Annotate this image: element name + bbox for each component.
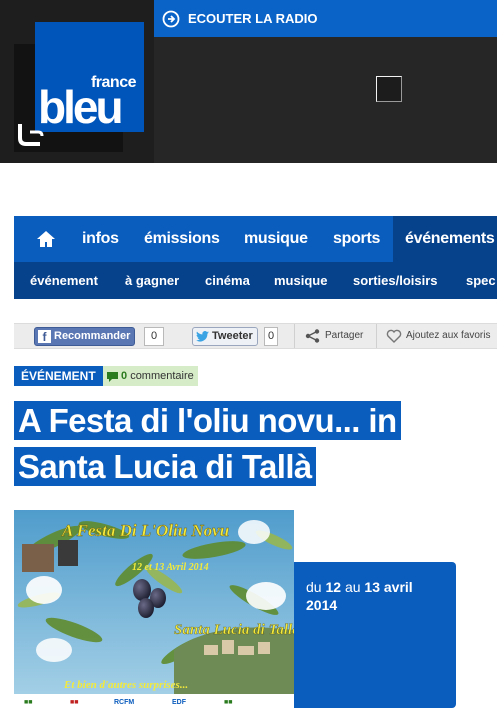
comment-label: commentaire <box>130 370 194 382</box>
subnav-item-a-gagner[interactable]: à gagner <box>125 262 179 299</box>
subnav-item-musique[interactable]: musique <box>274 262 327 299</box>
add-to-favorites-button[interactable]: Ajoutez aux favoris <box>386 324 491 348</box>
share-button[interactable]: Partager <box>305 324 363 348</box>
twitter-icon <box>196 331 209 342</box>
event-poster-image[interactable]: A Festa Di L'Oliu Novu 12 et 13 Avril 20… <box>14 510 294 708</box>
nav-item-evenements[interactable]: événements <box>393 216 497 262</box>
site-logo[interactable]: france bleu <box>35 22 144 132</box>
poster-sponsor: EDF <box>172 699 187 706</box>
heart-icon <box>386 329 402 343</box>
date-start: 12 <box>325 579 342 595</box>
listen-radio-bar[interactable]: ECOUTER LA RADIO <box>154 0 497 37</box>
player-control-button[interactable] <box>376 76 402 102</box>
site-header: france bleu ECOUTER LA RADIO <box>0 0 497 163</box>
article-title-line-2: Santa Lucia di Tallà <box>14 447 316 486</box>
comment-count: 0 <box>121 370 128 382</box>
nav-item-musique[interactable]: musique <box>244 216 308 262</box>
nav-item-emissions[interactable]: émissions <box>144 216 220 262</box>
home-icon[interactable] <box>36 230 56 248</box>
tweet-label: Tweeter <box>212 330 253 342</box>
subnav-item-evenement[interactable]: événement <box>30 262 98 299</box>
nav-item-infos[interactable]: infos <box>82 216 119 262</box>
date-year: 2014 <box>306 597 338 613</box>
svg-text:■■: ■■ <box>70 699 78 706</box>
divider <box>376 324 377 348</box>
subnav-item-cinema[interactable]: cinéma <box>205 262 250 299</box>
facebook-recommend-button[interactable]: f Recommander <box>34 327 136 346</box>
divider <box>294 324 295 348</box>
favorites-label: Ajoutez aux favoris <box>406 330 491 341</box>
main-navigation: infos émissions musique sports événement… <box>14 216 497 262</box>
nav-item-sports[interactable]: sports <box>333 216 380 262</box>
poster-artwork: A Festa Di L'Oliu Novu 12 et 13 Avril 20… <box>14 510 294 708</box>
comment-icon <box>107 372 118 382</box>
tweet-button[interactable]: Tweeter <box>192 327 258 346</box>
subnav-item-spec[interactable]: spec <box>466 262 496 299</box>
listen-radio-label: ECOUTER LA RADIO <box>188 11 318 26</box>
event-dates: du 12 au 13 avril 2014 <box>306 578 456 614</box>
poster-dates: 12 et 13 Avril 2014 <box>132 562 209 573</box>
subnav-item-sorties-loisirs[interactable]: sorties/loisirs <box>353 262 438 299</box>
logo-main-text: bleu <box>38 81 124 133</box>
date-prefix: du <box>306 579 322 595</box>
radio-play-icon <box>162 10 180 28</box>
article-title: A Festa di l'oliu novu... in Santa Lucia… <box>14 398 484 490</box>
article-title-line-1: A Festa di l'oliu novu... in <box>14 401 401 440</box>
date-mid: au <box>344 579 361 595</box>
social-share-bar: f Recommander 0 Tweeter 0 Partager Ajout… <box>14 323 497 349</box>
logo-mark-icon <box>18 124 44 146</box>
poster-footer: Et bien d'autres surprises... <box>63 679 188 691</box>
poster-headline: A Festa Di L'Oliu Novu <box>61 521 229 540</box>
event-date-box: du 12 au 13 avril 2014 <box>294 562 456 708</box>
recommend-count: 0 <box>144 327 164 346</box>
sub-navigation: événement à gagner cinéma musique sortie… <box>14 262 497 299</box>
facebook-icon: f <box>38 330 51 344</box>
category-badge[interactable]: ÉVÉNEMENT <box>14 366 103 386</box>
tweet-count: 0 <box>264 327 278 346</box>
date-end: 13 avril <box>364 579 413 595</box>
recommend-label: Recommander <box>54 330 131 342</box>
poster-sponsor: RCFM <box>114 699 134 706</box>
share-label: Partager <box>325 330 364 341</box>
radio-player <box>154 37 497 163</box>
svg-text:■■: ■■ <box>224 699 232 706</box>
svg-text:■■: ■■ <box>24 699 32 706</box>
comment-count-link[interactable]: 0 commentaire <box>103 366 198 386</box>
share-icon <box>305 329 320 343</box>
poster-place: Santa Lucia di Tallà <box>174 622 294 638</box>
